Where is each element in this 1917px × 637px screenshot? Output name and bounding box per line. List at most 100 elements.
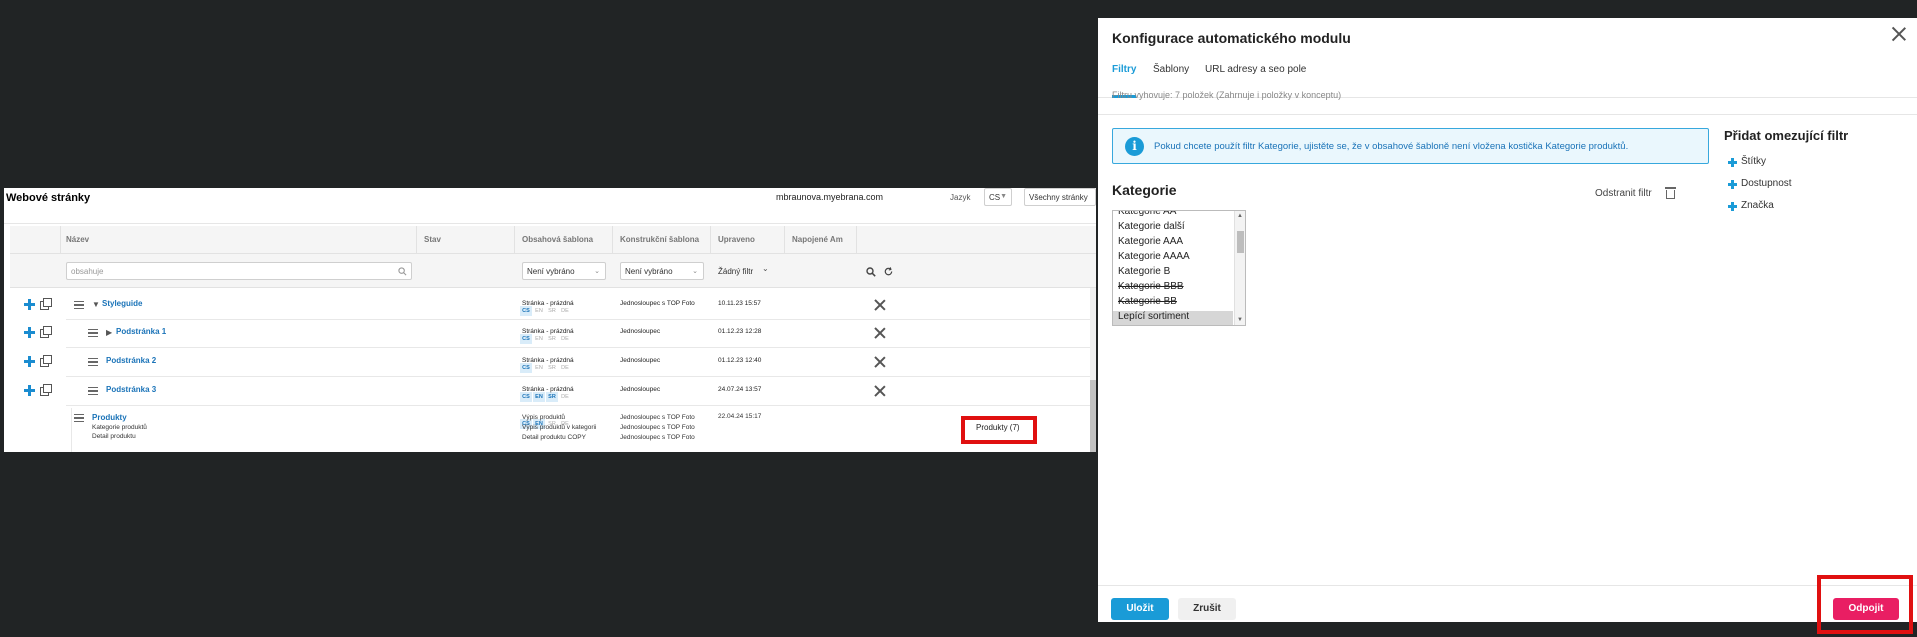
drag-handle-icon[interactable] [74, 414, 84, 422]
expand-triangle-icon[interactable]: ▶ [106, 328, 112, 337]
scroll-down-icon[interactable]: ▼ [1237, 317, 1243, 323]
category-option[interactable]: Kategorie BBB [1118, 281, 1233, 295]
row-indent [66, 408, 72, 452]
page-name-link[interactable]: Podstránka 1 [116, 327, 166, 336]
close-icon[interactable] [874, 327, 886, 339]
reset-icon[interactable] [883, 266, 894, 277]
table-row[interactable]: ▶ Podstránka 1 CS EN SR DE Stránka - prázdn… [10, 320, 1096, 348]
listbox-scrollbar[interactable]: ▲ ▼ [1234, 211, 1245, 325]
tab-url-seo[interactable]: URL adresy a seo pole [1205, 64, 1306, 75]
close-icon[interactable] [1892, 27, 1906, 41]
content-template-cell: Výpis produktů v kategorii [522, 424, 597, 431]
page-name-link[interactable]: Styleguide [102, 299, 142, 308]
chevron-down-icon: ▼ [1000, 193, 1007, 200]
construct-template-filter[interactable]: Není vybráno ⌄ [620, 262, 704, 280]
remove-filter-link[interactable]: Odstranit filtr [1595, 188, 1652, 199]
column-header-construct-template[interactable]: Konstrukční šablona [620, 235, 699, 244]
row-divider [66, 405, 1090, 406]
search-icon [398, 267, 407, 276]
copy-icon[interactable] [40, 384, 52, 396]
table-row[interactable]: Podstránka 2 CS EN SR DE Stránka - prázdná … [10, 349, 1096, 377]
page-title: Webové stránky [6, 192, 91, 204]
plus-icon[interactable] [1728, 202, 1737, 211]
info-icon: i [1125, 137, 1144, 156]
page-name-link[interactable]: Produkty [92, 413, 127, 422]
table-header: Název Stav Obsahová šablona Konstrukční … [10, 226, 1096, 254]
copy-icon[interactable] [40, 355, 52, 367]
column-header-connected[interactable]: Napojené Am [792, 235, 843, 244]
content-template-filter[interactable]: Není vybráno ⌄ [522, 262, 606, 280]
add-filter-availability[interactable]: Dostupnost [1741, 178, 1792, 189]
collapse-triangle-icon[interactable]: ▼ [92, 300, 100, 309]
table-row[interactable]: ▼ Styleguide CS EN SR DE Stránka - prázdná … [10, 292, 1096, 320]
subpage-label: Detail produktu [92, 433, 136, 440]
drag-handle-icon[interactable] [88, 329, 98, 337]
modified-cell: 01.12.23 12:40 [718, 357, 762, 364]
drag-handle-icon[interactable] [74, 301, 84, 309]
column-header-name[interactable]: Název [66, 235, 89, 244]
modified-cell: 01.12.23 12:28 [718, 328, 762, 335]
name-filter-input[interactable]: obsahuje [66, 262, 412, 280]
plus-icon[interactable] [1728, 180, 1737, 189]
category-option[interactable]: Kategorie další [1118, 221, 1233, 235]
close-icon[interactable] [874, 299, 886, 311]
table-row-produkty[interactable]: Produkty Kategorie produktů Detail produ… [10, 408, 1096, 452]
tab-filters[interactable]: Filtry [1112, 64, 1136, 75]
table-row[interactable]: Podstránka 3 CS EN SR DE Stránka - prázdná … [10, 378, 1096, 406]
table-scrollbar-thumb[interactable] [1090, 380, 1096, 452]
add-icon[interactable] [24, 356, 35, 367]
info-alert-text: Pokud chcete použít filtr Kategorie, uji… [1154, 141, 1629, 152]
save-button[interactable]: Uložit [1111, 598, 1169, 620]
add-icon[interactable] [24, 299, 35, 310]
category-option-selected[interactable]: Lepící sortiment [1113, 311, 1233, 325]
language-select[interactable]: CS ▼ [984, 188, 1012, 206]
modified-filter[interactable]: Žádný filtr [718, 267, 753, 276]
content-template-cell: Výpis produktů [522, 414, 565, 421]
column-header-content-template[interactable]: Obsahová šablona [522, 235, 593, 244]
column-header-modified[interactable]: Upraveno [718, 235, 755, 244]
info-alert: i Pokud chcete použít filtr Kategorie, u… [1112, 128, 1709, 164]
domain-link[interactable]: mbraunova.myebrana.com [776, 192, 883, 202]
plus-icon[interactable] [1728, 158, 1737, 167]
drag-handle-icon[interactable] [88, 358, 98, 366]
trash-icon[interactable] [1665, 187, 1676, 199]
tab-templates[interactable]: Šablony [1153, 64, 1189, 75]
scroll-up-icon[interactable]: ▲ [1237, 213, 1243, 219]
drag-handle-icon[interactable] [88, 387, 98, 395]
row-divider [66, 347, 1090, 348]
cancel-button[interactable]: Zrušit [1178, 598, 1236, 620]
close-icon[interactable] [874, 356, 886, 368]
copy-icon[interactable] [40, 298, 52, 310]
category-option[interactable]: Kategorie AA [1118, 211, 1233, 220]
listbox-scrollbar-thumb[interactable] [1237, 231, 1244, 253]
connected-module-link[interactable]: Produkty (7) [976, 423, 1020, 432]
all-pages-select[interactable]: Všechny stránky [1024, 188, 1096, 206]
add-filter-brand[interactable]: Značka [1741, 200, 1774, 211]
detach-button-highlight [1817, 575, 1913, 634]
category-option[interactable]: Kategorie AAA [1118, 236, 1233, 250]
panel-footer: Uložit Zrušit Odpojit [1098, 585, 1917, 622]
content-template-cell: Stránka - prázdná [522, 386, 574, 393]
chevron-down-icon: ⌄ [594, 268, 600, 275]
column-header-status[interactable]: Stav [424, 235, 441, 244]
construct-template-cell: Jednosloupec s TOP Foto [620, 424, 695, 431]
page-name-link[interactable]: Podstránka 2 [106, 356, 156, 365]
modified-cell: 10.11.23 15:57 [718, 300, 761, 307]
modified-cell: 24.07.24 13:57 [718, 386, 762, 393]
construct-template-cell: Jednosloupec s TOP Foto [620, 414, 695, 421]
add-icon[interactable] [24, 327, 35, 338]
panel-title: Konfigurace automatického modulu [1112, 30, 1351, 46]
page-name-link[interactable]: Podstránka 3 [106, 385, 156, 394]
language-badge: EN [535, 336, 543, 342]
language-badge: EN [533, 392, 545, 402]
copy-icon[interactable] [40, 326, 52, 338]
category-option[interactable]: Kategorie B [1118, 266, 1233, 280]
chevron-down-icon[interactable]: ⌄ [762, 264, 769, 273]
category-multiselect[interactable]: Kategorie AA Kategorie další Kategorie A… [1112, 210, 1246, 326]
category-option[interactable]: Kategorie AAAA [1118, 251, 1233, 265]
search-icon[interactable] [866, 267, 876, 277]
add-filter-tags[interactable]: Štítky [1741, 156, 1766, 167]
close-icon[interactable] [874, 385, 886, 397]
add-icon[interactable] [24, 385, 35, 396]
category-option[interactable]: Kategorie BB [1118, 296, 1233, 310]
